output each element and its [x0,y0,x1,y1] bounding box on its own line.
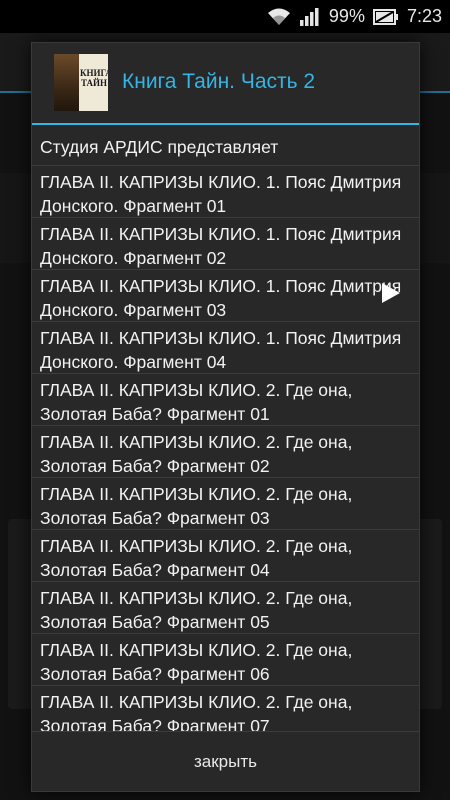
list-item[interactable]: ГЛАВА II. КАПРИЗЫ КЛИО. 2. Где она, Золо… [32,530,419,582]
play-icon[interactable] [380,281,402,305]
list-item[interactable]: Студия АРДИС представляет [32,129,419,166]
list-item[interactable]: ГЛАВА II. КАПРИЗЫ КЛИО. 2. Где она, Золо… [32,686,419,731]
header-divider [32,123,419,125]
list-item[interactable]: ГЛАВА II. КАПРИЗЫ КЛИО. 1. Пояс Дмитрия … [32,166,419,218]
track-list: Студия АРДИС представляет ГЛАВА II. КАПР… [32,129,419,731]
list-item[interactable]: ГЛАВА II. КАПРИЗЫ КЛИО. 2. Где она, Золо… [32,426,419,478]
status-icons: 99% 7:23 [267,0,442,33]
list-item[interactable]: ГЛАВА II. КАПРИЗЫ КЛИО. 1. Пояс Дмитрия … [32,322,419,374]
close-button[interactable]: закрыть [32,732,419,792]
battery-icon [372,8,398,25]
list-item[interactable]: ГЛАВА II. КАПРИЗЫ КЛИО. 2. Где она, Золо… [32,478,419,530]
dialog-footer: закрыть [32,731,419,792]
battery-percent: 99% [328,6,365,26]
list-item[interactable]: ГЛАВА II. КАПРИЗЫ КЛИО. 2. Где она, Золо… [32,634,419,686]
track-list-dialog: КНИГА ТАЙН Книга Тайн. Часть 2 Студия АР… [31,42,420,792]
list-item[interactable]: ГЛАВА II. КАПРИЗЫ КЛИО. 2. Где она, Золо… [32,374,419,426]
list-item[interactable]: ГЛАВА II. КАПРИЗЫ КЛИО. 1. Пояс Дмитрия … [32,270,419,322]
list-item[interactable]: ГЛАВА II. КАПРИЗЫ КЛИО. 2. Где она, Золо… [32,582,419,634]
cover-title: КНИГА ТАЙН [80,68,108,88]
dialog-title: Книга Тайн. Часть 2 [122,70,316,93]
list-item[interactable]: ГЛАВА II. КАПРИЗЫ КЛИО. 1. Пояс Дмитрия … [32,218,419,270]
dialog-header: КНИГА ТАЙН Книга Тайн. Часть 2 [32,43,419,123]
signal-icon [299,7,319,26]
cover-portrait [54,54,79,111]
clock: 7:23 [406,6,442,26]
status-bar: 99% 7:23 [0,0,450,33]
book-cover-image: КНИГА ТАЙН [54,54,108,111]
wifi-icon [267,8,290,25]
